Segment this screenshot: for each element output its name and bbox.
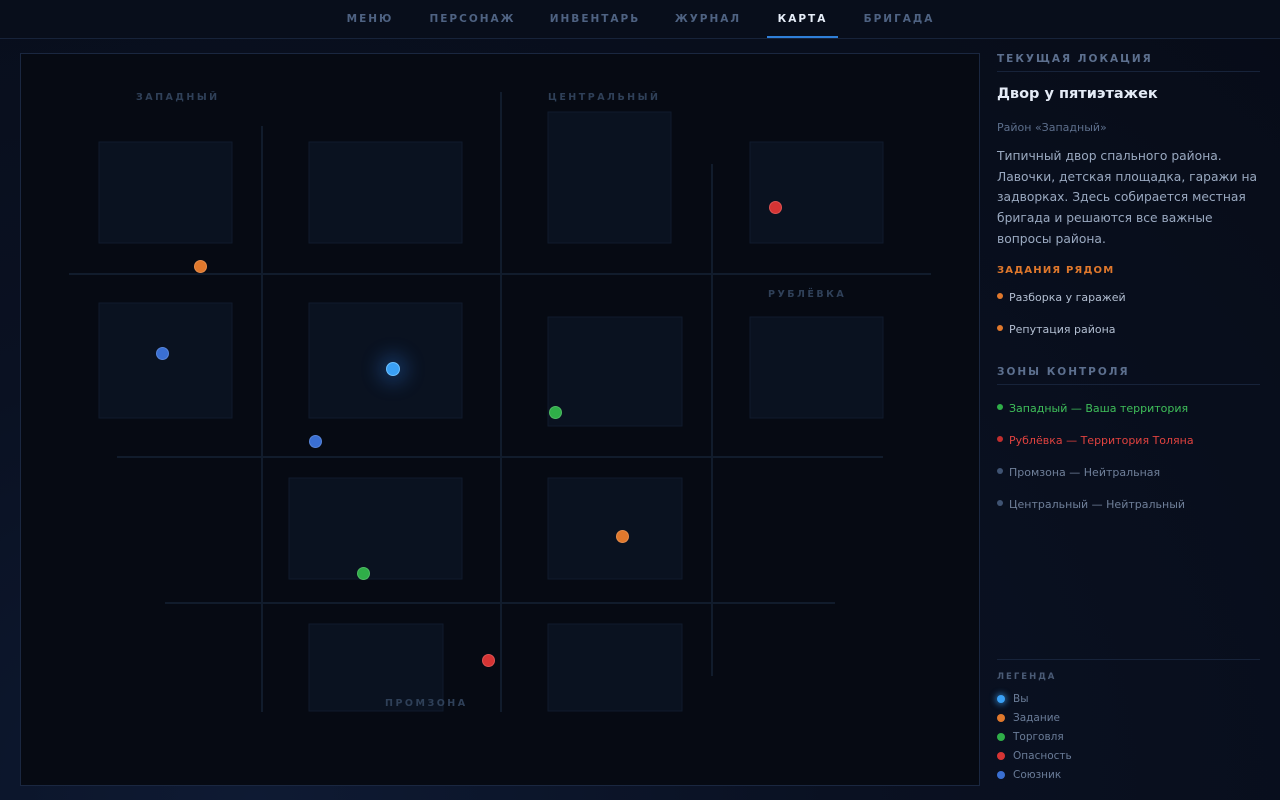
trade-marker[interactable] bbox=[549, 406, 562, 419]
map-canvas bbox=[69, 92, 931, 712]
building-block bbox=[98, 141, 233, 244]
control-zones-heading: ЗОНЫ КОНТРОЛЯ bbox=[997, 366, 1260, 385]
legend-label: Опасность bbox=[1013, 749, 1072, 762]
zone-label: Центральный — Нейтральный bbox=[1009, 498, 1186, 512]
legend-item-ally: Союзник bbox=[997, 765, 1260, 784]
player-marker[interactable] bbox=[386, 362, 400, 376]
nearby-quests-list: Разборка у гаражей Репутация района bbox=[997, 282, 1260, 346]
quest-label: Репутация района bbox=[1009, 323, 1116, 337]
legend-label: Вы bbox=[1013, 692, 1029, 705]
building-block bbox=[98, 302, 233, 419]
district-label-central: ЦЕНТРАЛЬНЫЙ bbox=[548, 92, 661, 103]
building-block bbox=[547, 477, 683, 580]
ally-dot-icon bbox=[997, 770, 1005, 779]
zone-dot-icon bbox=[997, 403, 1003, 410]
district-label-west: ЗАПАДНЫЙ bbox=[136, 92, 220, 103]
location-description: Типичный двор спального района. Лавочки,… bbox=[997, 149, 1258, 246]
danger-marker[interactable] bbox=[482, 654, 495, 667]
building-block bbox=[547, 623, 683, 712]
zone-item-rublevka[interactable]: Рублёвка — Территория Толяна bbox=[997, 425, 1260, 457]
trade-marker[interactable] bbox=[357, 567, 370, 580]
building-block bbox=[308, 302, 463, 419]
tab-brigade[interactable]: БРИГАДА bbox=[858, 0, 940, 38]
map-legend: ЛЕГЕНДА Вы Задание Торговля Опасность Со… bbox=[997, 659, 1260, 784]
building-block bbox=[749, 141, 884, 244]
nearby-quests-heading: ЗАДАНИЯ РЯДОМ bbox=[997, 264, 1115, 276]
control-zones-list: Западный — Ваша территория Рублёвка — Те… bbox=[997, 393, 1260, 521]
tab-character[interactable]: ПЕРСОНАЖ bbox=[425, 0, 520, 38]
location-name: Двор у пятиэтажек bbox=[997, 86, 1158, 102]
quest-marker[interactable] bbox=[616, 530, 629, 543]
danger-dot-icon bbox=[997, 751, 1005, 760]
tab-inventory[interactable]: ИНВЕНТАРЬ bbox=[545, 0, 645, 38]
building-block bbox=[288, 477, 463, 580]
quest-marker[interactable] bbox=[194, 260, 207, 273]
legend-label: Задание bbox=[1013, 711, 1061, 724]
legend-item-trade: Торговля bbox=[997, 727, 1260, 746]
zone-item-central[interactable]: Центральный — Нейтральный bbox=[997, 489, 1260, 521]
legend-label: Союзник bbox=[1013, 768, 1062, 781]
zone-dot-icon bbox=[997, 499, 1003, 506]
zone-item-promzona[interactable]: Промзона — Нейтральная bbox=[997, 457, 1260, 489]
current-location-heading: ТЕКУЩАЯ ЛОКАЦИЯ bbox=[997, 53, 1260, 72]
quest-item[interactable]: Репутация района bbox=[997, 314, 1260, 346]
zone-dot-icon bbox=[997, 467, 1003, 474]
ally-marker[interactable] bbox=[309, 435, 322, 448]
ally-marker[interactable] bbox=[156, 347, 169, 360]
tab-map[interactable]: КАРТА bbox=[767, 0, 838, 38]
top-navigation: МЕНЮ ПЕРСОНАЖ ИНВЕНТАРЬ ЖУРНАЛ КАРТА БРИ… bbox=[0, 0, 1280, 39]
zone-label: Западный — Ваша территория bbox=[1009, 402, 1189, 416]
quest-item[interactable]: Разборка у гаражей bbox=[997, 282, 1260, 314]
legend-item-player: Вы bbox=[997, 689, 1260, 708]
building-block bbox=[547, 111, 672, 244]
building-block bbox=[749, 316, 884, 419]
zone-label: Рублёвка — Территория Толяна bbox=[1009, 434, 1194, 448]
zone-item-west[interactable]: Западный — Ваша территория bbox=[997, 393, 1260, 425]
legend-heading: ЛЕГЕНДА bbox=[997, 672, 1057, 682]
district-label-promzona: ПРОМЗОНА bbox=[385, 698, 468, 709]
tab-menu[interactable]: МЕНЮ bbox=[340, 0, 400, 38]
building-block bbox=[308, 141, 463, 244]
city-map[interactable]: ЗАПАДНЫЙ ЦЕНТРАЛЬНЫЙ РУБЛЁВКА ПРОМЗОНА bbox=[20, 53, 980, 786]
quest-dot-icon bbox=[997, 324, 1003, 331]
player-dot-icon bbox=[997, 694, 1005, 703]
district-label-rublevka: РУБЛЁВКА bbox=[768, 289, 847, 300]
building-block bbox=[547, 316, 683, 427]
zone-dot-icon bbox=[997, 435, 1003, 442]
quest-dot-icon bbox=[997, 713, 1005, 722]
legend-label: Торговля bbox=[1013, 730, 1064, 743]
legend-item-danger: Опасность bbox=[997, 746, 1260, 765]
quest-label: Разборка у гаражей bbox=[1009, 291, 1126, 305]
danger-marker[interactable] bbox=[769, 201, 782, 214]
zone-label: Промзона — Нейтральная bbox=[1009, 466, 1161, 480]
tab-journal[interactable]: ЖУРНАЛ bbox=[670, 0, 746, 38]
trade-dot-icon bbox=[997, 732, 1005, 741]
location-district: Район «Западный» bbox=[997, 121, 1107, 134]
legend-item-quest: Задание bbox=[997, 708, 1260, 727]
quest-dot-icon bbox=[997, 292, 1003, 299]
